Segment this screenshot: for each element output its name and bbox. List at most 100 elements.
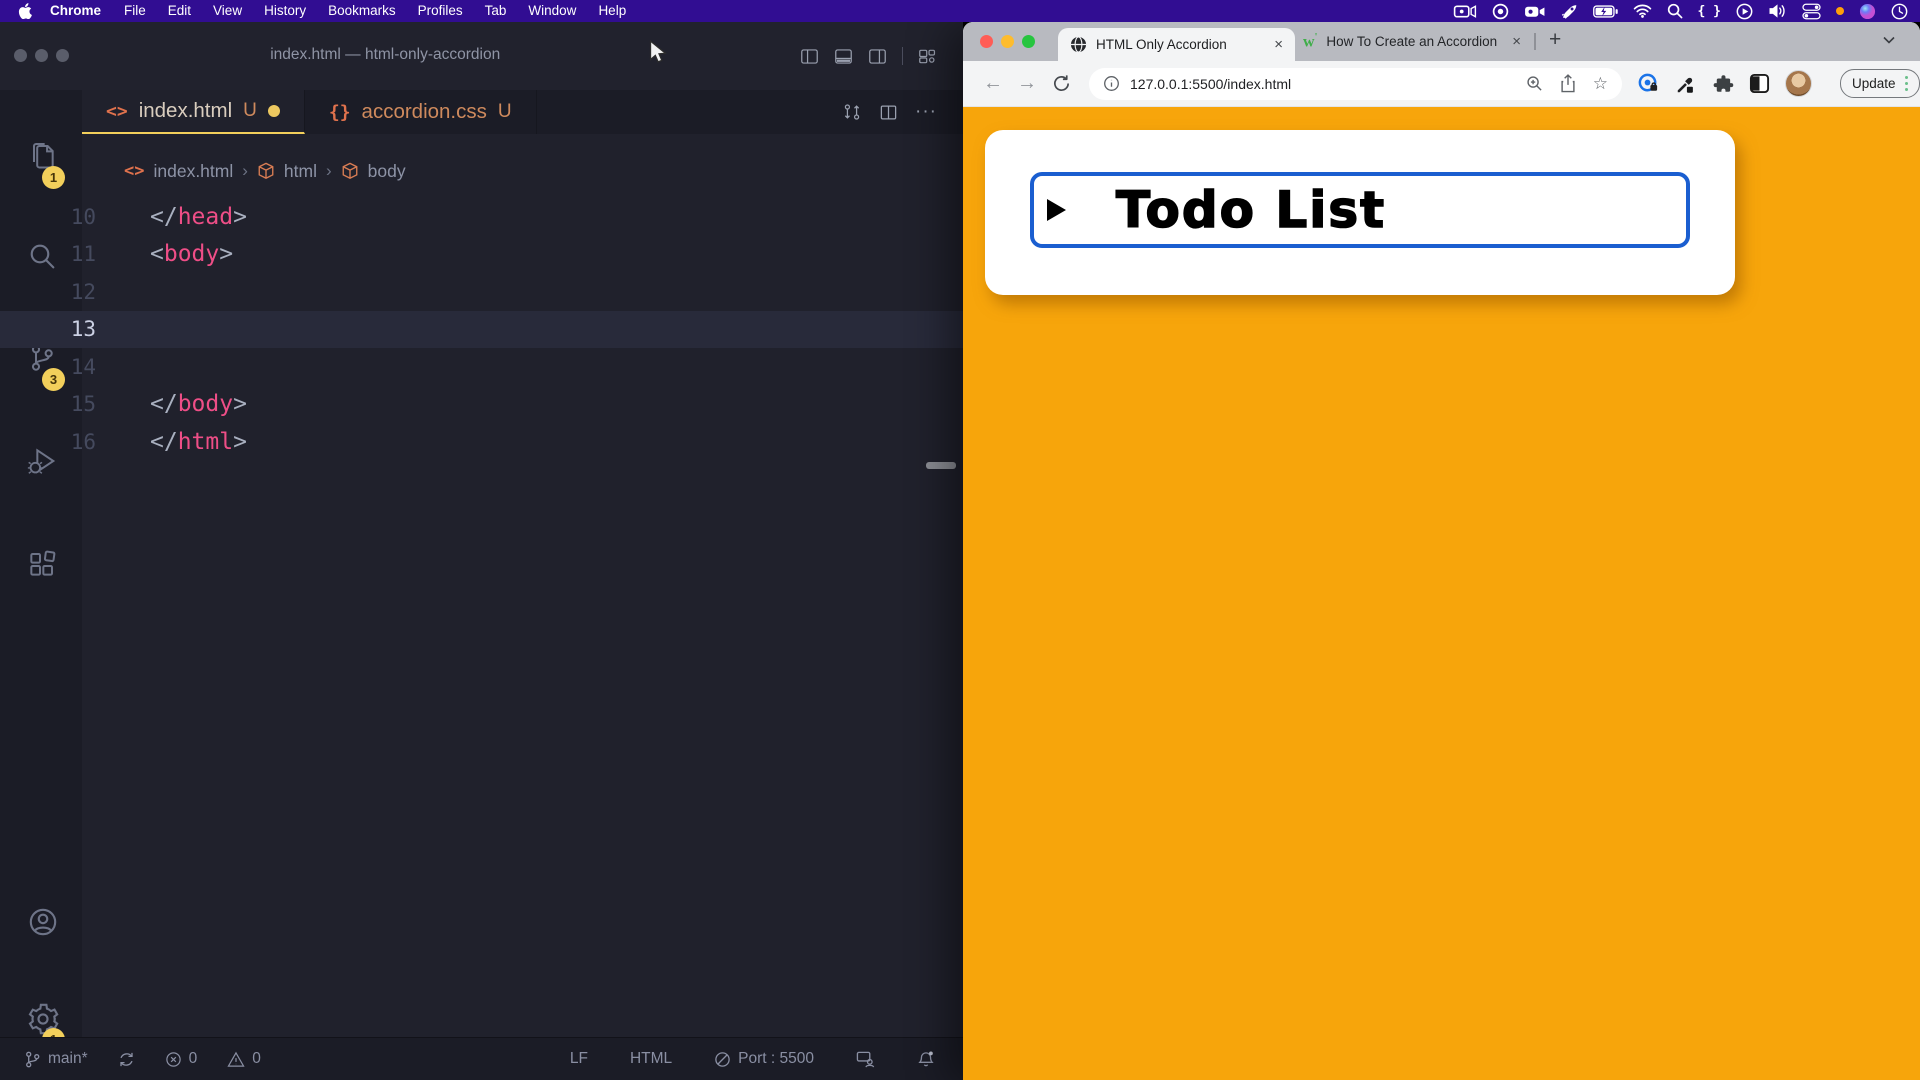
titlebar-separator [902,47,903,65]
profile-avatar[interactable] [1785,70,1812,97]
extensions-icon[interactable] [26,548,58,580]
problems-errors[interactable]: 0 [165,1050,198,1068]
bookmark-star-icon[interactable]: ☆ [1593,74,1608,94]
braces-icon[interactable]: { } [1698,4,1721,19]
siri-icon[interactable] [1859,3,1876,20]
update-chrome-button[interactable]: Update [1840,69,1920,98]
menu-bookmarks[interactable]: Bookmarks [317,0,407,22]
url-text[interactable]: 127.0.0.1:5500/index.html [1130,76,1526,92]
accordion-marker-icon [1047,199,1066,221]
dark-reader-icon[interactable] [1749,73,1770,94]
breadcrumb-html[interactable]: html [284,161,317,182]
symbol-cube-icon [341,162,359,180]
live-server-port[interactable]: Port : 5500 [714,1050,814,1068]
account-icon[interactable] [26,905,60,939]
menu-tab[interactable]: Tab [474,0,518,22]
breadcrumb-body[interactable]: body [368,161,406,182]
apple-icon[interactable] [18,3,32,19]
colorzilla-eyedropper-icon[interactable] [1675,73,1697,95]
git-untracked-badge: U [243,100,257,122]
close-tab-icon[interactable]: × [1512,34,1521,49]
tab-search-chevron-icon[interactable] [1883,36,1895,44]
clock-icon[interactable] [1891,3,1908,20]
menu-chrome[interactable]: Chrome [38,0,113,22]
open-changes-icon[interactable] [842,102,862,122]
mouse-cursor [648,40,670,64]
accordion-title: Todo List [1116,181,1386,239]
globe-favicon [1070,36,1087,53]
symbol-cube-icon [257,162,275,180]
control-center-icon[interactable] [1802,3,1821,20]
branch-name: main* [48,1050,88,1068]
record-indicator-icon[interactable] [1492,3,1509,20]
menu-file[interactable]: File [113,0,157,22]
privacy-extension-icon[interactable] [1637,72,1660,95]
split-editor-icon[interactable] [879,103,898,122]
close-tab-icon[interactable]: × [1274,37,1283,52]
rocket-icon[interactable] [1561,3,1578,20]
menu-window[interactable]: Window [517,0,587,22]
menu-help[interactable]: Help [587,0,637,22]
vscode-tab-strip: <> index.html U {} accordion.css U [82,90,963,134]
zoom-icon[interactable] [1526,75,1543,92]
code-line: 14 [0,348,963,386]
language-mode[interactable]: HTML [630,1050,672,1068]
chrome-minimize-button[interactable] [1001,35,1014,48]
menu-history[interactable]: History [253,0,317,22]
screen-record-icon[interactable] [1453,3,1477,20]
wifi-icon[interactable] [1633,4,1652,18]
html-file-icon: <> [124,161,144,181]
back-button[interactable]: ← [977,72,1009,95]
editor-resize-handle[interactable] [926,462,956,469]
notifications-bell-icon[interactable] [917,1050,935,1069]
chrome-window: HTML Only Accordion × w' How To Create a… [963,22,1920,1080]
live-share-icon[interactable] [856,1050,875,1069]
code-editor[interactable]: 10 </head> 11 <body> 12 13 14 15 </body>… [0,198,963,461]
camera-icon[interactable] [1524,3,1546,20]
tab-accordion-css[interactable]: {} accordion.css U [305,90,537,134]
tab-label: index.html [139,99,232,123]
new-tab-button[interactable]: + [1549,28,1561,52]
code-line: 11 <body> [0,236,963,274]
toggle-secondary-sidebar-icon[interactable] [868,48,887,65]
eol-indicator[interactable]: LF [570,1050,588,1068]
share-icon[interactable] [1560,74,1576,93]
battery-icon[interactable] [1593,5,1618,18]
editor-actions-more-icon[interactable]: ··· [915,101,937,123]
search-icon[interactable] [1667,3,1683,19]
tab-title: HTML Only Accordion [1096,37,1265,52]
chrome-toolbar: ← → 127.0.0.1:5500/index.html ☆ Update [963,61,1920,107]
extensions-puzzle-icon[interactable] [1712,73,1734,95]
chrome-zoom-button[interactable] [1022,35,1035,48]
reload-button[interactable] [1045,74,1077,93]
git-branch-item[interactable]: main* [24,1050,88,1069]
breadcrumb: <> index.html › html › body [124,144,406,198]
recording-dot-icon [1836,7,1844,15]
toggle-panel-icon[interactable] [834,48,853,65]
problems-warnings[interactable]: 0 [227,1050,261,1068]
unsaved-dot-icon[interactable] [268,105,280,117]
web-page: Todo List [963,107,1920,1080]
tab-label: accordion.css [362,100,487,124]
sync-changes-button[interactable] [118,1051,135,1068]
code-line-current: 13 [0,311,963,349]
address-bar[interactable]: 127.0.0.1:5500/index.html ☆ [1089,68,1622,100]
browser-menu-kebab-icon[interactable] [1905,76,1909,92]
accordion-summary[interactable]: Todo List [1030,172,1690,248]
forward-button[interactable]: → [1011,72,1043,95]
menu-profiles[interactable]: Profiles [407,0,474,22]
code-line: 12 [0,273,963,311]
chrome-close-button[interactable] [980,35,993,48]
tab-index-html[interactable]: <> index.html U [82,90,305,134]
volume-icon[interactable] [1768,3,1787,19]
menu-edit[interactable]: Edit [157,0,202,22]
breadcrumb-file[interactable]: index.html [153,161,233,182]
site-info-icon[interactable] [1103,75,1120,92]
code-line: 10 </head> [0,198,963,236]
chrome-tab-active[interactable]: HTML Only Accordion × [1058,28,1295,61]
play-circle-icon[interactable] [1736,3,1753,20]
menu-view[interactable]: View [202,0,253,22]
toggle-sidebar-icon[interactable] [800,48,819,65]
chrome-tab-inactive[interactable]: w' How To Create an Accordion × [1303,22,1521,61]
customize-layout-icon[interactable] [918,48,937,65]
